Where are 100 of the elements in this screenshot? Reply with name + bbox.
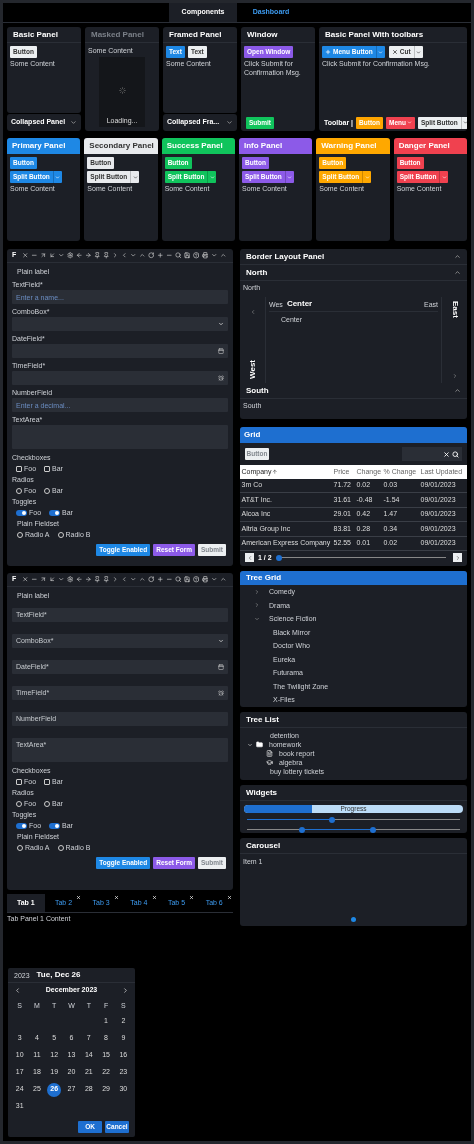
caret-icon <box>407 120 412 125</box>
chevron-left-icon[interactable] <box>14 986 21 994</box>
arrow-left-icon[interactable] <box>75 576 83 583</box>
slider-thumb[interactable] <box>299 826 306 833</box>
arrow-down-left-icon[interactable] <box>48 252 56 259</box>
close-icon[interactable] <box>151 895 157 900</box>
checkbox[interactable] <box>16 465 22 472</box>
minus-icon[interactable] <box>165 576 173 583</box>
x-mark-icon <box>391 49 398 55</box>
panel-title: Success Panel <box>166 140 223 152</box>
toggle-switch[interactable] <box>16 509 27 516</box>
chevron-up-icon[interactable] <box>219 252 227 259</box>
save-icon[interactable] <box>183 252 191 259</box>
minus-icon[interactable] <box>30 252 38 259</box>
close-icon[interactable] <box>21 576 29 583</box>
caret-icon[interactable] <box>218 638 224 644</box>
caret-icon[interactable] <box>218 321 224 327</box>
chevron-right-icon <box>454 554 461 561</box>
clock-icon[interactable] <box>218 375 224 381</box>
chevron-right-icon[interactable] <box>122 986 129 994</box>
toggle-switch[interactable] <box>49 509 61 516</box>
slider-thumb[interactable] <box>369 826 376 833</box>
pin-icon[interactable] <box>102 576 110 583</box>
chevron-down-icon[interactable] <box>129 252 137 259</box>
arrow-up-right-icon[interactable] <box>39 576 47 583</box>
next-page-button[interactable] <box>453 553 462 563</box>
checkbox[interactable] <box>44 465 51 472</box>
caret-icon <box>416 49 422 55</box>
chevron-left-icon <box>246 554 253 561</box>
slider-thumb[interactable] <box>329 816 336 823</box>
settings-icon[interactable] <box>66 252 74 259</box>
chevron-up-icon[interactable] <box>138 252 146 259</box>
caret-icon[interactable] <box>57 252 65 259</box>
refresh-icon[interactable] <box>147 252 155 259</box>
caret-icon[interactable] <box>247 741 253 748</box>
toggle-switch[interactable] <box>16 822 27 829</box>
input-field[interactable] <box>12 317 228 331</box>
search-icon[interactable] <box>174 252 182 259</box>
plus-icon[interactable] <box>156 576 164 583</box>
panel-title: Carousel <box>246 839 281 852</box>
chevron-down-icon[interactable] <box>210 576 218 583</box>
checkbox[interactable] <box>16 778 22 785</box>
chevron-up-icon[interactable] <box>454 269 461 276</box>
checkbox[interactable] <box>44 778 51 785</box>
chevron-down-icon[interactable] <box>129 576 137 583</box>
chevron-up-icon[interactable] <box>454 253 461 260</box>
arrow-down-left-icon[interactable] <box>48 576 56 583</box>
slider-thumb[interactable] <box>275 554 282 561</box>
close-icon[interactable] <box>189 895 195 900</box>
arrow-right-icon[interactable] <box>84 252 92 259</box>
search-icon[interactable] <box>174 576 182 583</box>
help-icon[interactable] <box>192 252 200 259</box>
arrow-right-icon[interactable] <box>84 576 92 583</box>
clock-icon[interactable] <box>218 690 224 696</box>
search-field[interactable] <box>402 447 462 461</box>
settings-icon[interactable] <box>66 576 74 583</box>
chevron-down-icon[interactable] <box>70 119 77 126</box>
chevron-left-icon[interactable] <box>120 252 128 259</box>
caret-icon <box>463 120 467 125</box>
close-icon[interactable] <box>114 895 119 900</box>
chevron-up-icon[interactable] <box>138 576 146 583</box>
close-icon[interactable] <box>76 895 82 900</box>
close-icon[interactable] <box>227 895 233 900</box>
toggle-switch[interactable] <box>49 822 61 829</box>
panel-title: Warning Panel <box>321 140 377 152</box>
chevron-left-icon[interactable] <box>120 576 128 583</box>
pin-icon[interactable] <box>93 576 101 583</box>
panel-title: Tree Grid <box>246 572 282 584</box>
chevron-up-icon[interactable] <box>454 387 461 394</box>
save-icon[interactable] <box>183 576 191 583</box>
collapsed-region[interactable]: East <box>441 297 467 383</box>
panel-title: Secondary Panel <box>89 140 154 152</box>
clear-icon[interactable] <box>443 450 450 458</box>
print-icon[interactable] <box>201 576 209 583</box>
chevron-right-icon[interactable] <box>111 576 119 583</box>
input-field[interactable] <box>12 344 228 358</box>
close-icon[interactable] <box>21 252 29 259</box>
refresh-icon[interactable] <box>147 576 155 583</box>
caret-icon <box>287 174 293 180</box>
panel-title: Center <box>286 298 313 310</box>
chevron-right-icon[interactable] <box>111 252 119 259</box>
pin-icon[interactable] <box>102 252 110 259</box>
calendar-icon[interactable] <box>218 348 224 354</box>
caret-icon[interactable] <box>57 576 65 583</box>
collapsed-region[interactable]: West <box>240 297 266 383</box>
pin-icon[interactable] <box>93 252 101 259</box>
chevron-down-icon[interactable] <box>210 252 218 259</box>
minus-icon[interactable] <box>165 252 173 259</box>
help-icon[interactable] <box>192 576 200 583</box>
arrow-left-icon[interactable] <box>75 252 83 259</box>
input-field[interactable] <box>12 371 228 385</box>
arrow-up-right-icon[interactable] <box>39 252 47 259</box>
minus-icon[interactable] <box>30 576 38 583</box>
chevron-up-icon[interactable] <box>219 576 227 583</box>
plus-icon[interactable] <box>156 252 164 259</box>
panel-title: Basic Panel <box>13 28 58 41</box>
calendar-icon[interactable] <box>218 664 224 670</box>
previous-page-button[interactable] <box>245 553 254 563</box>
chevron-down-icon[interactable] <box>226 119 233 126</box>
print-icon[interactable] <box>201 252 209 259</box>
